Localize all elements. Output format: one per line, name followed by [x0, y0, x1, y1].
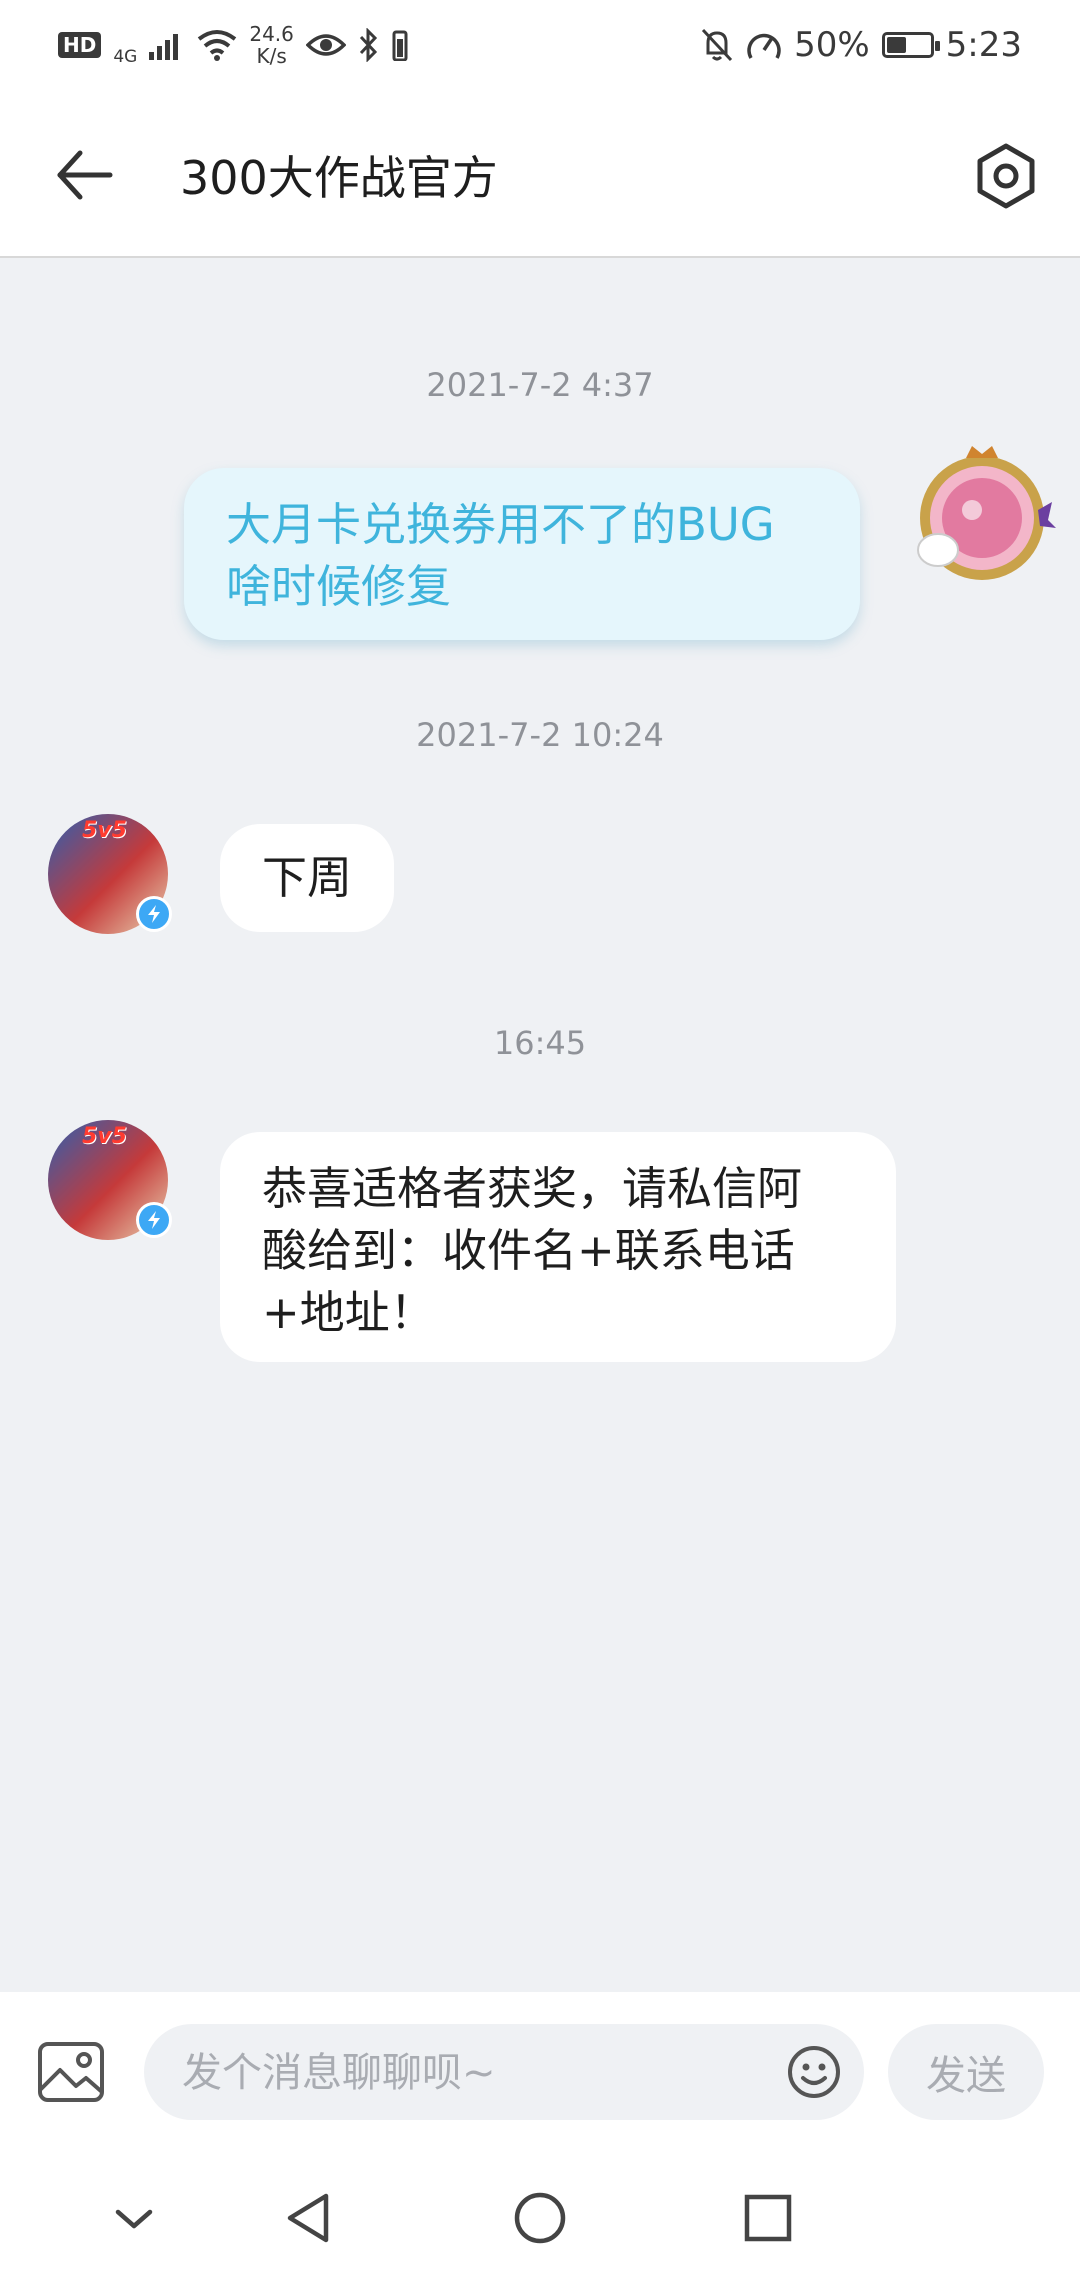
- home-circle-icon[interactable]: [510, 2188, 570, 2248]
- network-type: 4G: [113, 47, 138, 67]
- official-avatar[interactable]: 5v5: [48, 1120, 172, 1240]
- message-input-container: [144, 2024, 864, 2122]
- status-right: 50% 5:23: [700, 25, 1022, 65]
- message-text-line: 啥时候修复: [226, 560, 452, 613]
- network-speed: 24.6 K/s: [249, 23, 294, 67]
- clock: 5:23: [945, 25, 1022, 65]
- mute-bell-icon: [701, 28, 733, 62]
- message-text-line: 恭喜适格者获奖，请私信阿: [262, 1162, 803, 1215]
- page-title: 300大作战官方: [180, 151, 498, 205]
- incoming-message-bubble[interactable]: 恭喜适格者获奖，请私信阿 酸给到：收件名+联系电话 +地址！: [220, 1132, 896, 1362]
- timestamp: 2021-7-2 4:37: [426, 366, 654, 404]
- official-avatar[interactable]: 5v5: [48, 814, 172, 934]
- speedometer-icon: [747, 33, 781, 59]
- message-input[interactable]: [180, 2024, 744, 2122]
- battery-icon: [881, 32, 940, 58]
- input-bar: 发送: [0, 1992, 1080, 2150]
- recents-square-icon[interactable]: [738, 2188, 798, 2248]
- hd-indicator: HD: [58, 32, 102, 58]
- speed-unit: K/s: [256, 44, 287, 68]
- back-arrow-icon[interactable]: [50, 145, 120, 205]
- emoji-icon[interactable]: [786, 2044, 842, 2100]
- incoming-message-bubble[interactable]: 下周: [220, 824, 395, 932]
- message-text: 下周: [262, 851, 353, 904]
- message-text-line: +地址！: [262, 1286, 435, 1339]
- battery-percent: 50%: [794, 25, 870, 65]
- chevron-down-icon[interactable]: [104, 2188, 164, 2248]
- signal-icon: [149, 34, 179, 60]
- speed-value: 24.6: [249, 22, 294, 46]
- timestamp: 16:45: [493, 1024, 587, 1062]
- back-triangle-icon[interactable]: [280, 2188, 340, 2248]
- wifi-icon: [198, 30, 237, 61]
- timestamp: 2021-7-2 10:24: [416, 716, 664, 754]
- message-text-line: 大月卡兑换券用不了的BUG: [226, 498, 775, 551]
- send-button[interactable]: 发送: [888, 2024, 1044, 2120]
- status-left: HD 4G 24.6 K/s: [58, 23, 408, 67]
- battery-fill: [886, 37, 906, 53]
- vibrate-battery-icon: [392, 30, 408, 61]
- bluetooth-icon: [359, 28, 377, 62]
- avatar-label: 5v5: [82, 818, 127, 843]
- message-text-line: 酸给到：收件名+联系电话: [262, 1224, 795, 1277]
- app-header: 300大作战官方: [0, 90, 1080, 258]
- image-icon[interactable]: [36, 2040, 106, 2104]
- system-nav-bar: [0, 2150, 1080, 2280]
- verified-badge-icon: [136, 1202, 172, 1238]
- outgoing-message-bubble[interactable]: 大月卡兑换券用不了的BUG 啥时候修复: [184, 468, 860, 640]
- verified-badge-icon: [136, 896, 172, 932]
- settings-icon[interactable]: [970, 140, 1042, 212]
- eye-icon: [305, 34, 346, 56]
- status-bar: HD 4G 24.6 K/s 50% 5:23: [0, 0, 1080, 90]
- user-avatar[interactable]: [910, 440, 1060, 590]
- avatar-label: 5v5: [82, 1124, 127, 1149]
